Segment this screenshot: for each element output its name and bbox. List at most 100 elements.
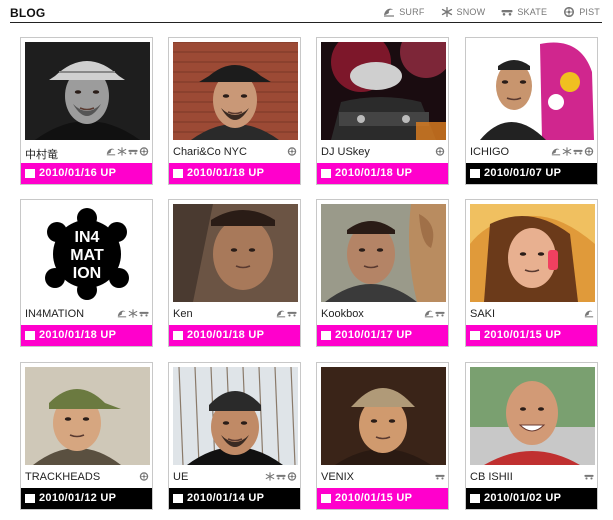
pist-icon	[139, 147, 149, 156]
update-date-bar: 2010/01/16 UP	[21, 163, 152, 184]
snow-icon	[562, 147, 572, 156]
surf-icon	[383, 7, 395, 17]
blogger-name[interactable]: UE	[173, 471, 188, 483]
blog-photo[interactable]	[25, 42, 150, 140]
blog-header: BLOG SURF SNOW SKATE PIST	[10, 4, 602, 23]
blogger-name[interactable]: SAKI	[470, 308, 495, 320]
update-date: 2010/01/07 UP	[484, 167, 562, 179]
blog-card[interactable]: CB ISHII 2010/01/02 UP	[465, 362, 598, 510]
category-icons	[424, 309, 445, 318]
card-name-bar: Ken	[173, 304, 298, 324]
card-name-bar: UE	[173, 467, 298, 487]
skate-icon	[139, 309, 149, 318]
snow-icon	[441, 7, 453, 17]
skate-icon	[501, 7, 513, 17]
update-date-bar: 2010/01/18 UP	[169, 325, 300, 346]
surf-icon	[584, 309, 594, 318]
blog-photo[interactable]: IN4 MAT ION	[25, 204, 150, 302]
blog-card[interactable]: VENIX 2010/01/15 UP	[316, 362, 449, 510]
pist-icon	[287, 472, 297, 481]
snow-icon	[265, 472, 275, 481]
date-square-marker	[25, 169, 35, 178]
blog-photo[interactable]	[470, 367, 595, 465]
update-date-bar: 2010/01/17 UP	[317, 325, 448, 346]
card-name-bar: Kookbox	[321, 304, 446, 324]
blog-card[interactable]: TRACKHEADS 2010/01/12 UP	[20, 362, 153, 510]
category-icons	[435, 472, 445, 481]
surf-icon	[276, 309, 286, 318]
category-icons	[117, 309, 149, 318]
filter-pist-label: PIST	[579, 7, 600, 17]
blogger-name[interactable]: DJ USkey	[321, 146, 370, 158]
update-date-bar: 2010/01/15 UP	[466, 325, 597, 346]
date-square-marker	[25, 494, 35, 503]
card-name-bar: VENIX	[321, 467, 446, 487]
skate-icon	[573, 147, 583, 156]
skate-icon	[435, 309, 445, 318]
blog-card[interactable]: ICHIGO 2010/01/07 UP	[465, 37, 598, 185]
pist-icon	[435, 147, 445, 156]
blog-card[interactable]: DJ USkey 2010/01/18 UP	[316, 37, 449, 185]
surf-icon	[551, 147, 561, 156]
blogger-name[interactable]: VENIX	[321, 471, 354, 483]
blog-card[interactable]: Kookbox 2010/01/17 UP	[316, 199, 449, 347]
blog-photo[interactable]	[321, 204, 446, 302]
update-date: 2010/01/17 UP	[335, 329, 413, 341]
update-date-bar: 2010/01/18 UP	[21, 325, 152, 346]
update-date: 2010/01/16 UP	[39, 167, 117, 179]
date-square-marker	[173, 494, 183, 503]
filter-skate-label: SKATE	[517, 7, 548, 17]
blog-photo[interactable]	[470, 42, 595, 140]
blog-card[interactable]: 中村竜 2010/01/16 UP	[20, 37, 153, 185]
blog-card[interactable]: SAKI 2010/01/15 UP	[465, 199, 598, 347]
blogger-name[interactable]: ICHIGO	[470, 146, 509, 158]
blogger-name[interactable]: Chari&Co NYC	[173, 146, 247, 158]
card-name-bar: ICHIGO	[470, 142, 595, 162]
category-icons	[106, 147, 149, 156]
filter-skate[interactable]: SKATE	[501, 7, 547, 17]
skate-icon	[276, 472, 286, 481]
update-date-bar: 2010/01/15 UP	[317, 488, 448, 509]
blog-photo[interactable]	[173, 204, 298, 302]
update-date-bar: 2010/01/12 UP	[21, 488, 152, 509]
blog-photo[interactable]	[321, 42, 446, 140]
pist-icon	[563, 7, 575, 17]
blogger-name[interactable]: 中村竜	[25, 146, 58, 162]
blogger-name[interactable]: IN4MATION	[25, 308, 84, 320]
blog-photo[interactable]	[470, 204, 595, 302]
logo-text-line-1: IN4	[75, 229, 100, 246]
blogger-name[interactable]: CB ISHII	[470, 471, 513, 483]
date-square-marker	[321, 494, 331, 503]
blog-photo[interactable]	[321, 367, 446, 465]
update-date-bar: 2010/01/02 UP	[466, 488, 597, 509]
blog-card[interactable]: Ken 2010/01/18 UP	[168, 199, 301, 347]
card-name-bar: SAKI	[470, 304, 595, 324]
blogger-name[interactable]: TRACKHEADS	[25, 471, 100, 483]
date-square-marker	[470, 494, 480, 503]
blog-card[interactable]: UE 2010/01/14 UP	[168, 362, 301, 510]
blogger-name[interactable]: Kookbox	[321, 308, 364, 320]
blog-photo[interactable]	[25, 367, 150, 465]
card-name-bar: CB ISHII	[470, 467, 595, 487]
category-icons	[551, 147, 594, 156]
card-name-bar: TRACKHEADS	[25, 467, 150, 487]
surf-icon	[106, 147, 116, 156]
pist-icon	[287, 147, 297, 156]
blog-card[interactable]: IN4 MAT ION IN4MATION 2010/01/18 UP	[20, 199, 153, 347]
surf-icon	[117, 309, 127, 318]
blog-photo[interactable]	[173, 42, 298, 140]
category-icons	[584, 309, 594, 318]
update-date-bar: 2010/01/18 UP	[317, 163, 448, 184]
date-square-marker	[25, 331, 35, 340]
filter-snow[interactable]: SNOW	[441, 7, 486, 17]
filter-pist[interactable]: PIST	[563, 7, 600, 17]
update-date: 2010/01/15 UP	[484, 329, 562, 341]
category-icons	[584, 472, 594, 481]
blog-card[interactable]: Chari&Co NYC 2010/01/18 UP	[168, 37, 301, 185]
date-square-marker	[321, 331, 331, 340]
category-icons	[265, 472, 297, 481]
blogger-name[interactable]: Ken	[173, 308, 193, 320]
update-date: 2010/01/18 UP	[39, 329, 117, 341]
blog-photo[interactable]	[173, 367, 298, 465]
filter-surf[interactable]: SURF	[383, 7, 424, 17]
